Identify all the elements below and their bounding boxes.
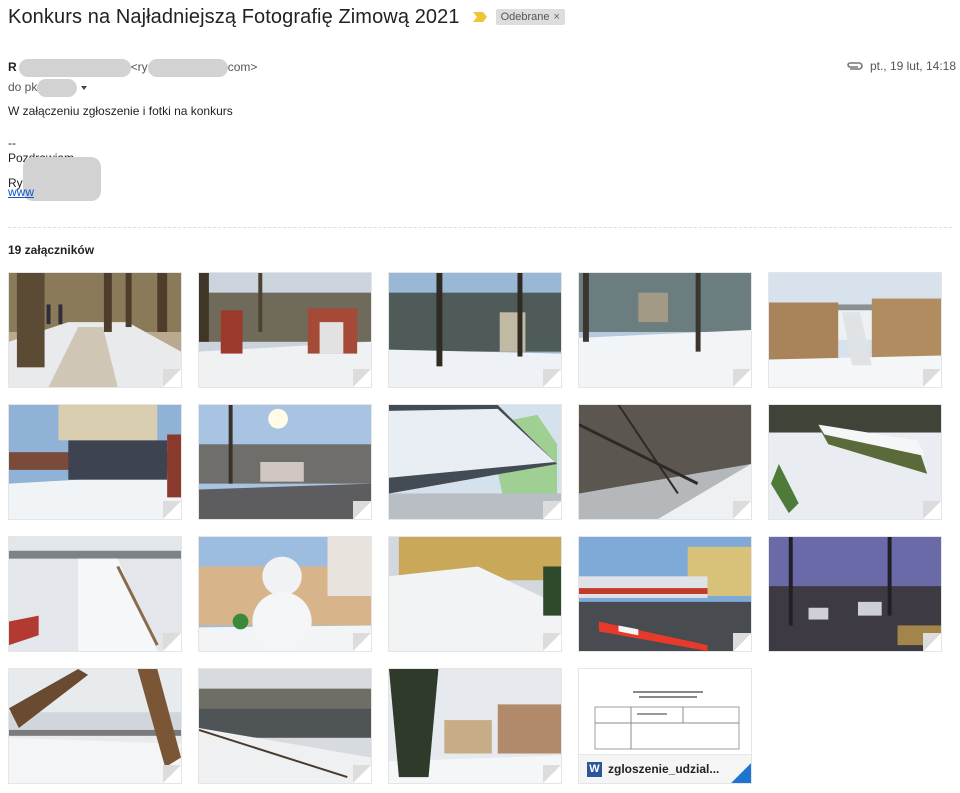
page-fold-icon (733, 633, 751, 651)
attachment-thumbnail[interactable] (768, 272, 942, 388)
label-chip-inbox: Odebrane × (495, 9, 565, 25)
signature-separator: -- (8, 135, 16, 150)
attachment-thumbnail[interactable] (198, 668, 372, 784)
attachment-thumbnail[interactable] (578, 536, 752, 652)
photo-park-gate-thumbnail (199, 273, 371, 387)
paperclip-icon (847, 62, 863, 70)
page-fold-icon (733, 369, 751, 387)
sender-line: R <ry com> (8, 59, 257, 77)
attachment-thumbnail[interactable] (8, 272, 182, 388)
photo-snowy-path-thumbnail (9, 273, 181, 387)
photo-snowy-branches-thumbnail (579, 405, 751, 519)
word-doc-icon: W (587, 761, 602, 777)
email-header: Konkurs na Najładniejszą Fotografię Zimo… (8, 4, 565, 30)
photo-train-crossing-thumbnail (579, 537, 751, 651)
page-fold-icon (543, 765, 561, 783)
photo-snowman-thumbnail (199, 537, 371, 651)
photo-cemetery-dusk-thumbnail (769, 537, 941, 651)
attachment-thumbnail[interactable] (8, 536, 182, 652)
page-fold-icon (923, 633, 941, 651)
sender-email-end: com> (227, 60, 258, 75)
attachment-thumbnail[interactable] (578, 272, 752, 388)
page-fold-icon (923, 369, 941, 387)
photo-frozen-lake-reeds-thumbnail (769, 273, 941, 387)
photo-frozen-pond-birds-thumbnail (199, 669, 371, 783)
attachments-count: 19 załączników (8, 243, 95, 257)
page-fold-icon (163, 369, 181, 387)
photo-snowy-garden-thumbnail (579, 273, 751, 387)
photo-sunny-street-thumbnail (199, 405, 371, 519)
photo-sledding-hill-thumbnail (389, 537, 561, 651)
attachment-thumbnail[interactable] (388, 536, 562, 652)
document-filename: zgloszenie_udzial... (608, 762, 720, 776)
photo-trees-over-lake-thumbnail (9, 669, 181, 783)
page-fold-icon (543, 633, 561, 651)
page-fold-icon (353, 369, 371, 387)
document-preview-thumbnail (594, 691, 740, 750)
attachment-thumbnail[interactable] (388, 404, 562, 520)
email-body: W załączeniu zgłoszenie i fotki na konku… (8, 104, 233, 201)
photo-snowy-fence-thumbnail (9, 405, 181, 519)
attachment-thumbnail[interactable] (8, 404, 182, 520)
recipient-prefix: do pk (8, 80, 38, 95)
redacted-sender-name (18, 59, 131, 77)
attachment-thumbnail[interactable] (388, 668, 562, 784)
document-attachment[interactable]: W zgloszenie_udzial... (578, 668, 752, 784)
document-name-bar: W zgloszenie_udzial... (579, 754, 751, 783)
label-chip-text: Odebrane (500, 11, 550, 23)
page-fold-icon (543, 369, 561, 387)
attachment-thumbnail[interactable] (768, 404, 942, 520)
attachment-thumbnail[interactable] (198, 404, 372, 520)
message-date: pt., 19 lut, 14:18 (869, 59, 956, 73)
message-meta: pt., 19 lut, 14:18 (846, 59, 956, 73)
attachment-thumbnail[interactable] (8, 668, 182, 784)
page-fold-icon (733, 501, 751, 519)
body-line: W załączeniu zgłoszenie i fotki na konku… (8, 104, 233, 118)
page-fold-icon (353, 633, 371, 651)
dropdown-caret-icon[interactable] (81, 86, 88, 90)
document-corner-icon (731, 763, 751, 783)
page-fold-icon (353, 501, 371, 519)
attachment-thumbnail[interactable] (768, 536, 942, 652)
attachments-divider (8, 227, 952, 228)
sender-name: R (8, 60, 17, 75)
signature-website-link[interactable]: www (8, 185, 34, 199)
important-marker-icon[interactable] (472, 11, 488, 23)
attachment-thumbnail[interactable] (578, 404, 752, 520)
attachment-thumbnail[interactable] (388, 272, 562, 388)
redacted-recipient (37, 79, 78, 97)
attachment-thumbnail[interactable] (198, 536, 372, 652)
photo-city-buildings-thumbnail (389, 669, 561, 783)
redacted-signature (22, 156, 101, 201)
page-fold-icon (923, 501, 941, 519)
page-fold-icon (163, 765, 181, 783)
photo-monument-square-thumbnail (389, 273, 561, 387)
page-fold-icon (163, 501, 181, 519)
remove-label-button[interactable]: × (554, 11, 560, 23)
page-fold-icon (163, 633, 181, 651)
photo-icicles-roof-thumbnail (389, 405, 561, 519)
email-subject: Konkurs na Najładniejszą Fotografię Zimo… (8, 5, 460, 28)
recipient-line[interactable]: do pk (8, 79, 88, 97)
sender-email-start: <ry (130, 60, 148, 75)
photo-frozen-river-thumbnail (9, 537, 181, 651)
attachment-thumbnail[interactable] (198, 272, 372, 388)
photo-snowy-hedge-thumbnail (769, 405, 941, 519)
redacted-sender-email (147, 59, 228, 77)
page-fold-icon (543, 501, 561, 519)
page-fold-icon (353, 765, 371, 783)
